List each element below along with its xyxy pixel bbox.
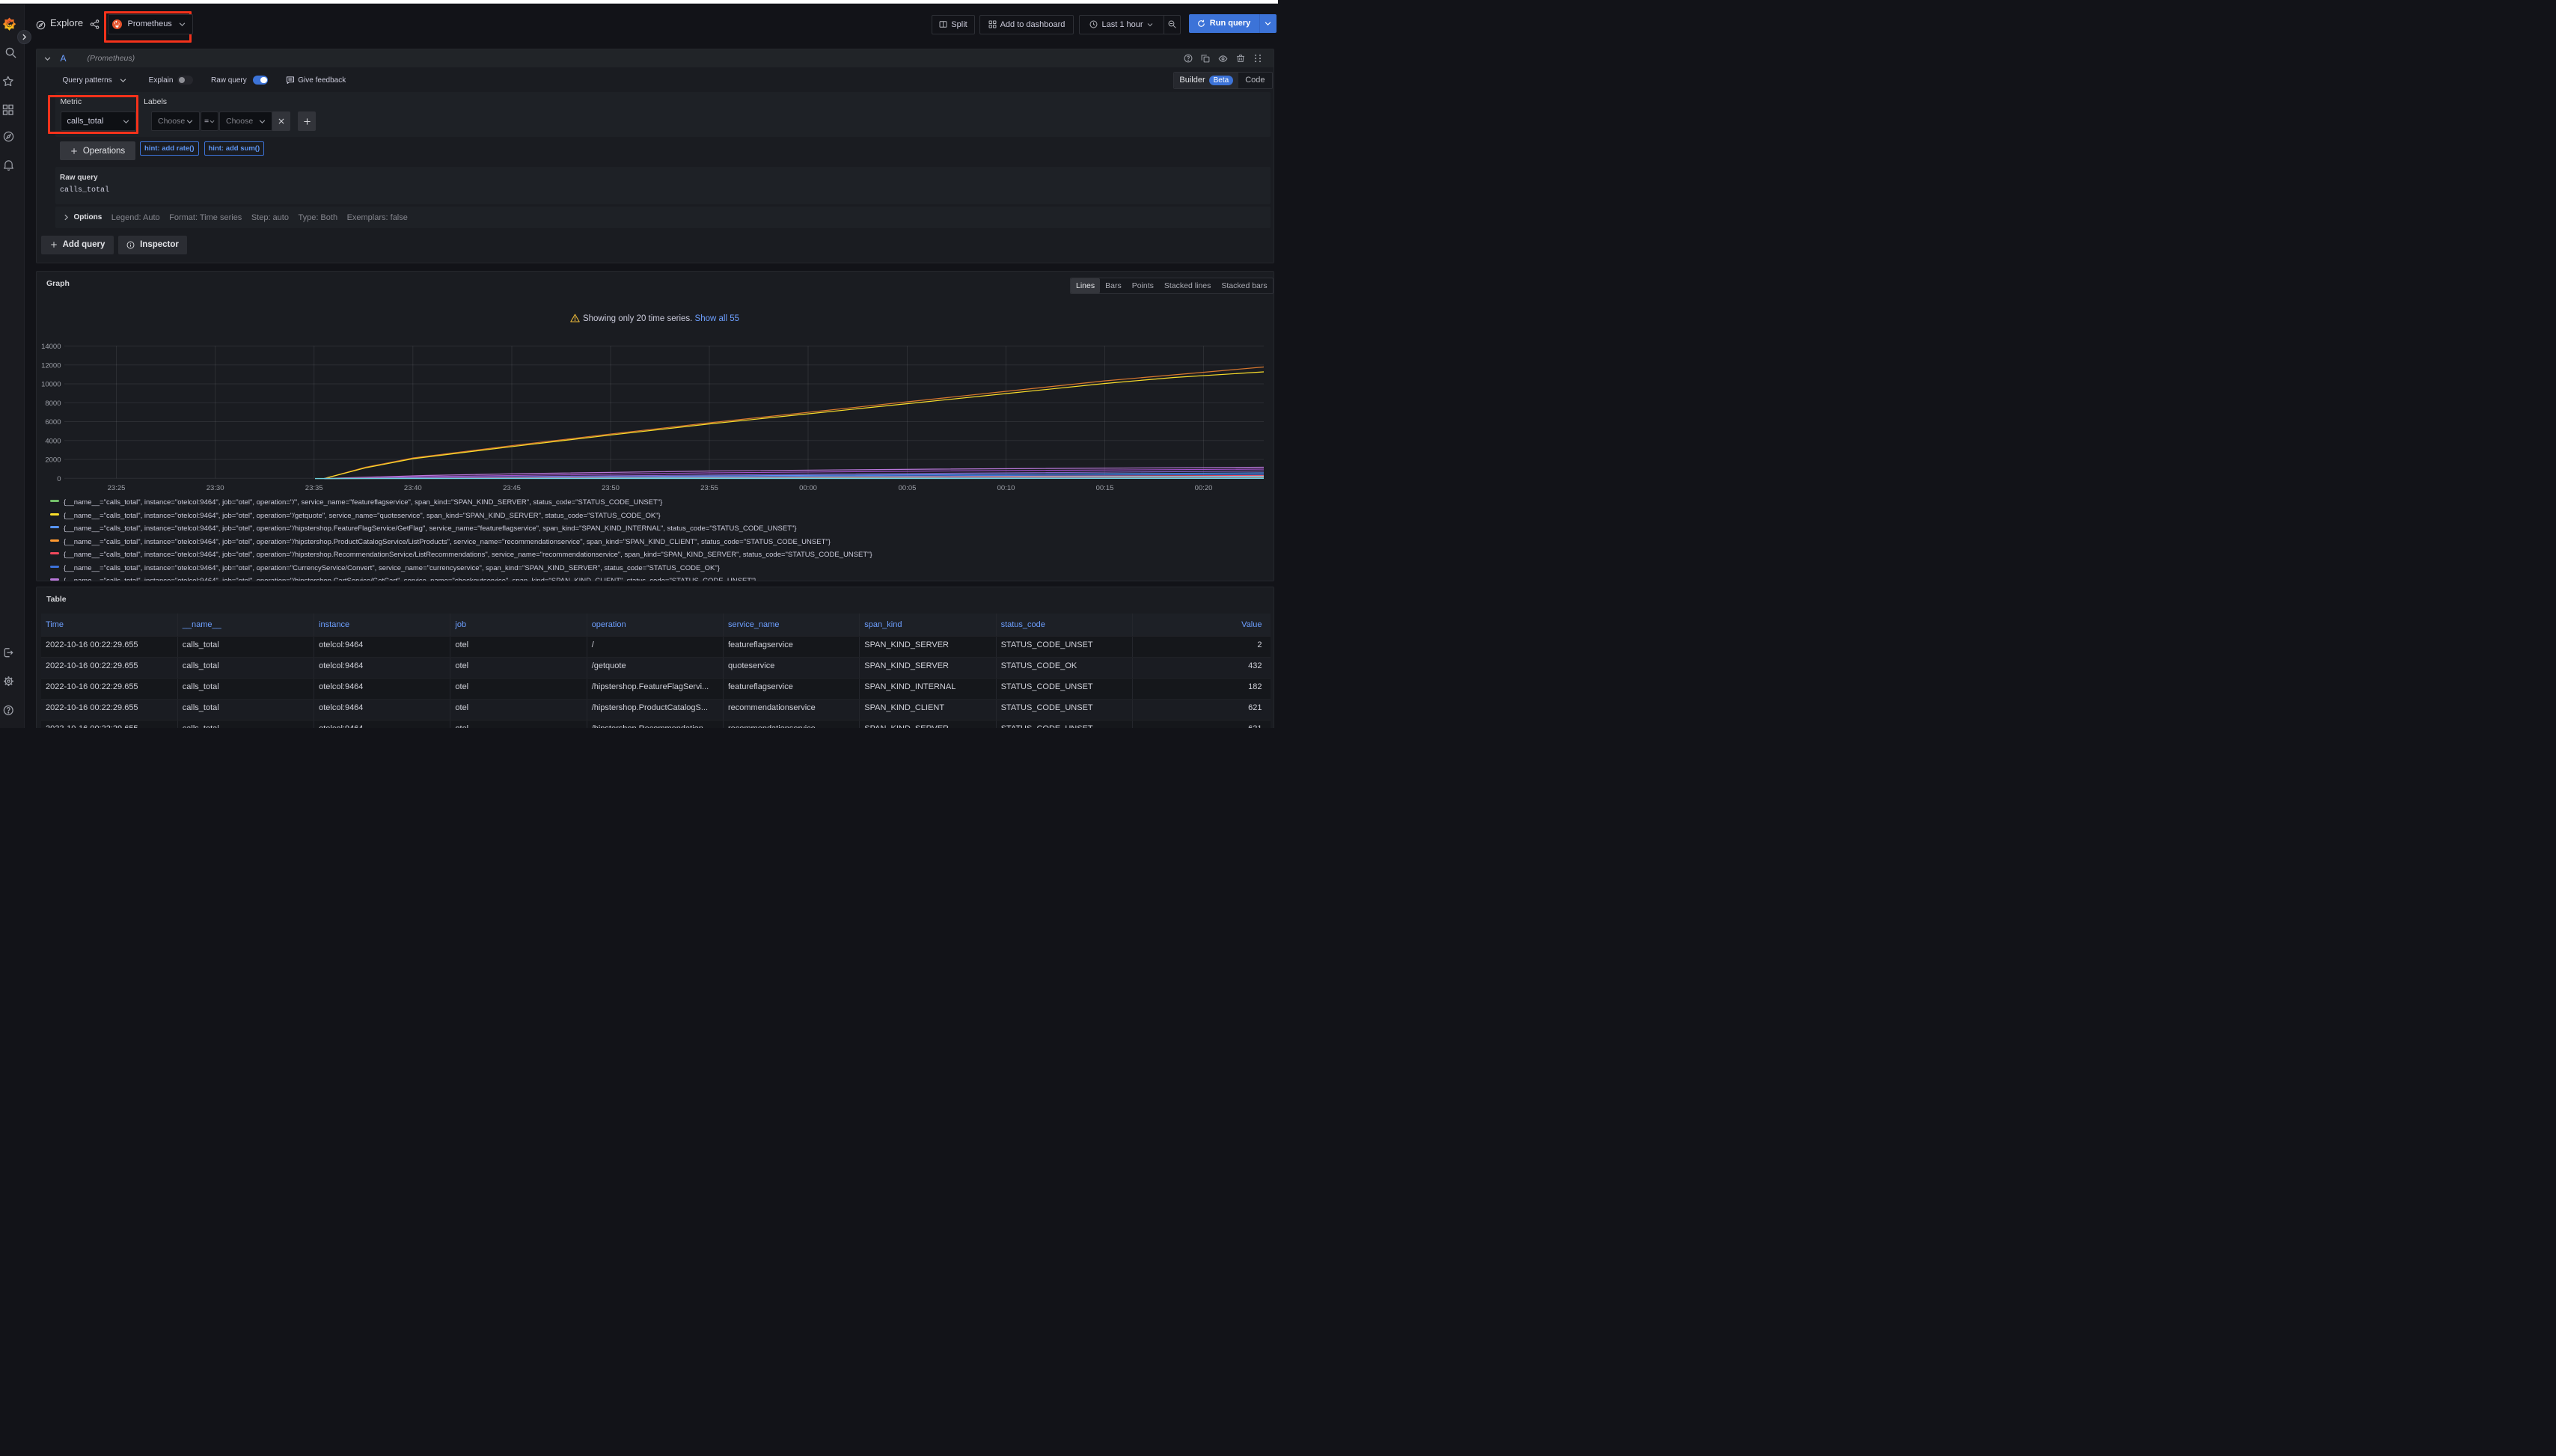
- svg-text:0: 0: [57, 475, 61, 483]
- svg-text:23:25: 23:25: [108, 484, 126, 492]
- svg-text:00:20: 00:20: [1195, 484, 1213, 492]
- svg-text:23:50: 23:50: [602, 484, 620, 492]
- svg-text:23:35: 23:35: [305, 484, 323, 492]
- svg-text:23:30: 23:30: [207, 484, 224, 492]
- svg-text:23:40: 23:40: [404, 484, 422, 492]
- svg-text:23:55: 23:55: [700, 484, 718, 492]
- svg-text:8000: 8000: [45, 400, 61, 408]
- svg-text:6000: 6000: [45, 418, 61, 426]
- svg-text:12000: 12000: [41, 361, 61, 370]
- svg-text:4000: 4000: [45, 437, 61, 445]
- svg-text:10000: 10000: [41, 381, 61, 389]
- svg-text:14000: 14000: [41, 343, 61, 351]
- svg-text:2000: 2000: [45, 456, 61, 465]
- svg-text:00:10: 00:10: [997, 484, 1015, 492]
- svg-text:00:15: 00:15: [1096, 484, 1114, 492]
- svg-text:00:00: 00:00: [799, 484, 817, 492]
- svg-text:23:45: 23:45: [503, 484, 521, 492]
- svg-text:00:05: 00:05: [899, 484, 917, 492]
